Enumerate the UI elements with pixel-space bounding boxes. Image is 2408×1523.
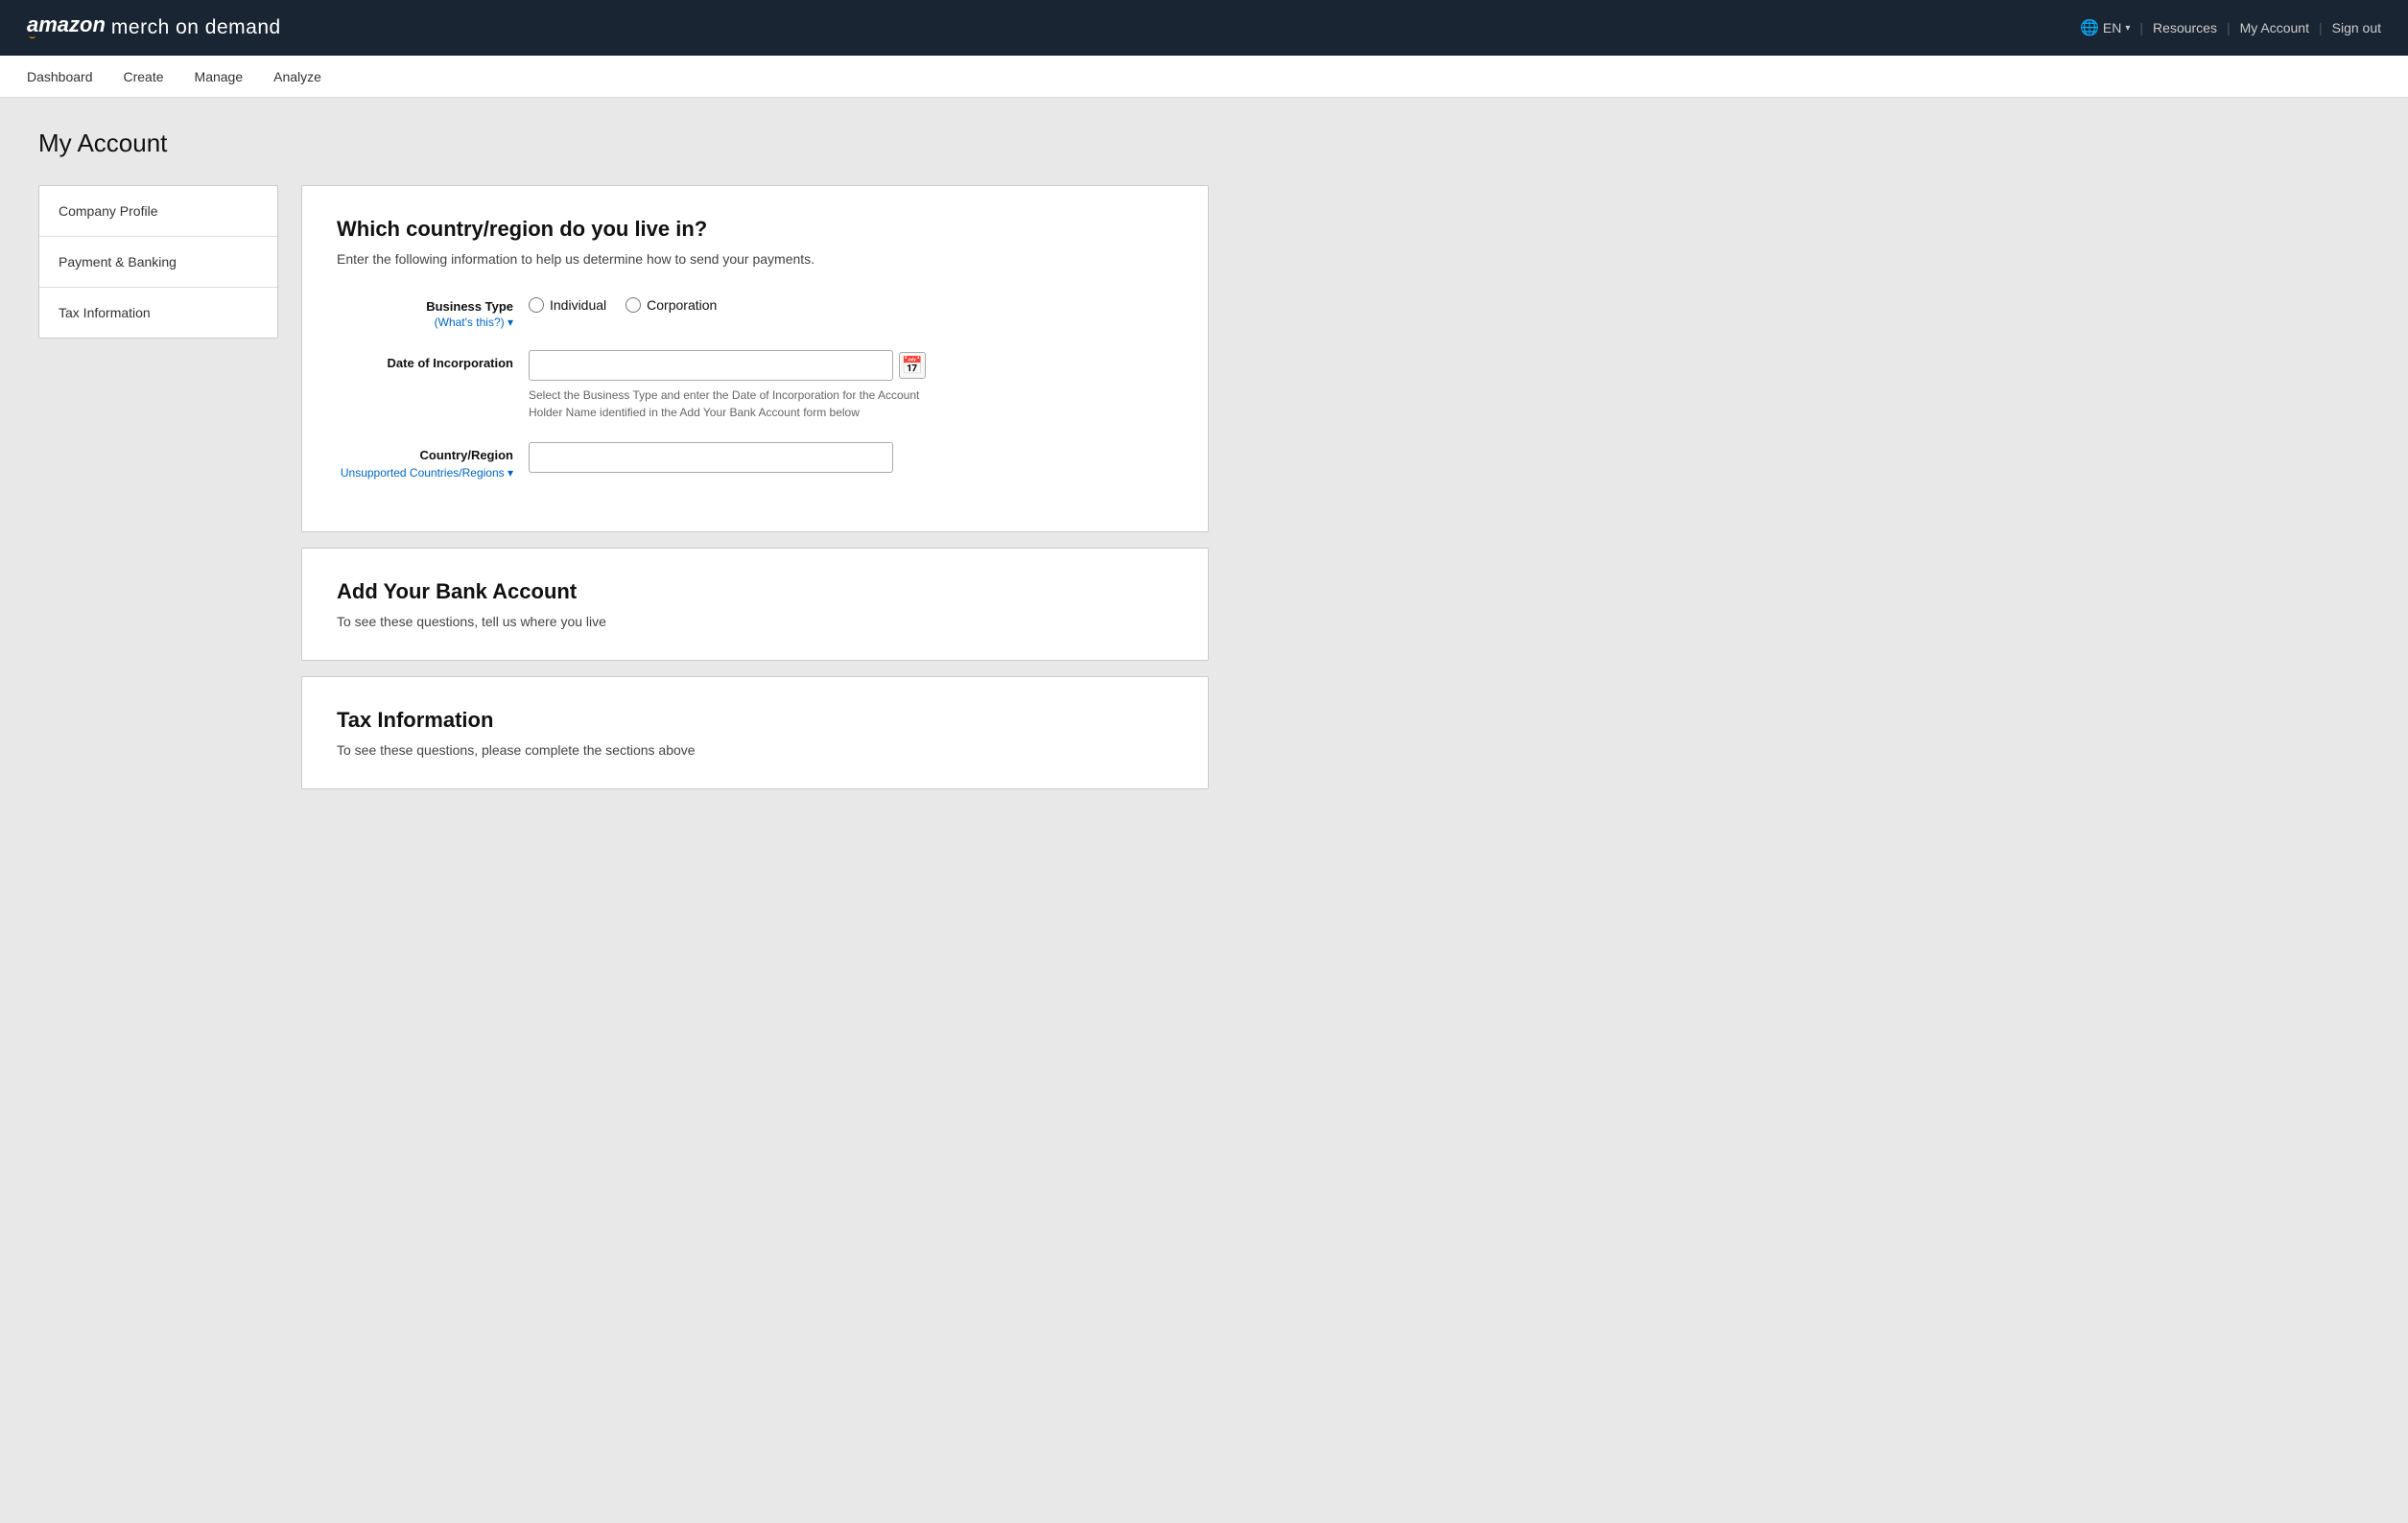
sidebar-item-payment-banking[interactable]: Payment & Banking (39, 237, 277, 288)
unsupported-countries-link[interactable]: Unsupported Countries/Regions ▾ (337, 466, 513, 480)
country-input-group (529, 442, 1173, 473)
bank-panel-title: Add Your Bank Account (337, 579, 1173, 604)
language-selector[interactable]: 🌐 EN ▾ (2080, 18, 2130, 37)
individual-radio-option[interactable]: Individual (529, 297, 606, 313)
sidebar-item-tax-information[interactable]: Tax Information (39, 288, 277, 338)
logo-merch-text: merch on demand (111, 16, 281, 39)
country-panel-title: Which country/region do you live in? (337, 217, 1173, 242)
business-type-label-group: Business Type (What's this?) ▾ (337, 293, 529, 329)
country-region-row: Country/Region Unsupported Countries/Reg… (337, 442, 1173, 480)
page-title: My Account (38, 129, 1209, 158)
date-input-wrapper: 📅 (529, 350, 1173, 381)
sign-out-link[interactable]: Sign out (2332, 20, 2381, 35)
calendar-icon[interactable]: 📅 (899, 352, 926, 379)
logo-smile-icon: ⌣ (29, 32, 106, 44)
individual-radio[interactable] (529, 297, 544, 313)
nav-manage[interactable]: Manage (195, 56, 244, 98)
page-content: My Account Company Profile Payment & Ban… (0, 98, 1247, 820)
country-panel-subtitle: Enter the following information to help … (337, 251, 1173, 267)
nav-create[interactable]: Create (124, 56, 164, 98)
sidebar-item-company-profile[interactable]: Company Profile (39, 186, 277, 237)
nav-analyze[interactable]: Analyze (273, 56, 321, 98)
resources-link[interactable]: Resources (2153, 20, 2217, 35)
tax-information-panel: Tax Information To see these questions, … (301, 676, 1209, 789)
country-label: Country/Region (337, 448, 513, 462)
separator-2: | (2227, 20, 2231, 35)
main-panels: Which country/region do you live in? Ent… (301, 185, 1209, 789)
country-region-input[interactable] (529, 442, 893, 473)
secondary-navigation: Dashboard Create Manage Analyze (0, 56, 2408, 98)
whats-this-link[interactable]: (What's this?) ▾ (337, 316, 513, 329)
date-incorporation-row: Date of Incorporation 📅 Select the Busin… (337, 350, 1173, 421)
logo[interactable]: amazon ⌣ merch on demand (27, 12, 281, 44)
business-type-radio-group: Individual Corporation (529, 293, 1173, 313)
sidebar: Company Profile Payment & Banking Tax In… (38, 185, 278, 339)
language-label: EN (2103, 20, 2121, 35)
unsupported-chevron-icon: ▾ (508, 466, 513, 480)
business-type-row: Business Type (What's this?) ▾ Individua… (337, 293, 1173, 329)
country-panel: Which country/region do you live in? Ent… (301, 185, 1209, 532)
whats-this-chevron-icon: ▾ (508, 316, 513, 329)
tax-panel-subtitle: To see these questions, please complete … (337, 742, 1173, 758)
top-nav-right: 🌐 EN ▾ | Resources | My Account | Sign o… (2080, 18, 2381, 37)
corporation-radio-option[interactable]: Corporation (626, 297, 717, 313)
content-layout: Company Profile Payment & Banking Tax In… (38, 185, 1209, 789)
corporation-radio[interactable] (626, 297, 641, 313)
separator-1: | (2139, 20, 2143, 35)
date-help-text: Select the Business Type and enter the D… (529, 387, 932, 421)
business-type-input-group: Individual Corporation (529, 293, 1173, 313)
bank-panel-subtitle: To see these questions, tell us where yo… (337, 614, 1173, 629)
tax-panel-title: Tax Information (337, 708, 1173, 733)
corporation-label: Corporation (647, 297, 717, 313)
top-navigation: amazon ⌣ merch on demand 🌐 EN ▾ | Resour… (0, 0, 2408, 56)
globe-icon: 🌐 (2080, 18, 2099, 37)
country-label-group: Country/Region Unsupported Countries/Reg… (337, 442, 529, 480)
individual-label: Individual (550, 297, 606, 313)
nav-dashboard[interactable]: Dashboard (27, 56, 93, 98)
date-label: Date of Incorporation (337, 356, 513, 370)
date-of-incorporation-input[interactable] (529, 350, 893, 381)
my-account-link[interactable]: My Account (2240, 20, 2309, 35)
bank-account-panel: Add Your Bank Account To see these quest… (301, 548, 1209, 661)
date-label-group: Date of Incorporation (337, 350, 529, 370)
date-input-group: 📅 Select the Business Type and enter the… (529, 350, 1173, 421)
separator-3: | (2319, 20, 2323, 35)
business-type-label: Business Type (337, 299, 513, 314)
chevron-down-icon: ▾ (2125, 23, 2130, 34)
